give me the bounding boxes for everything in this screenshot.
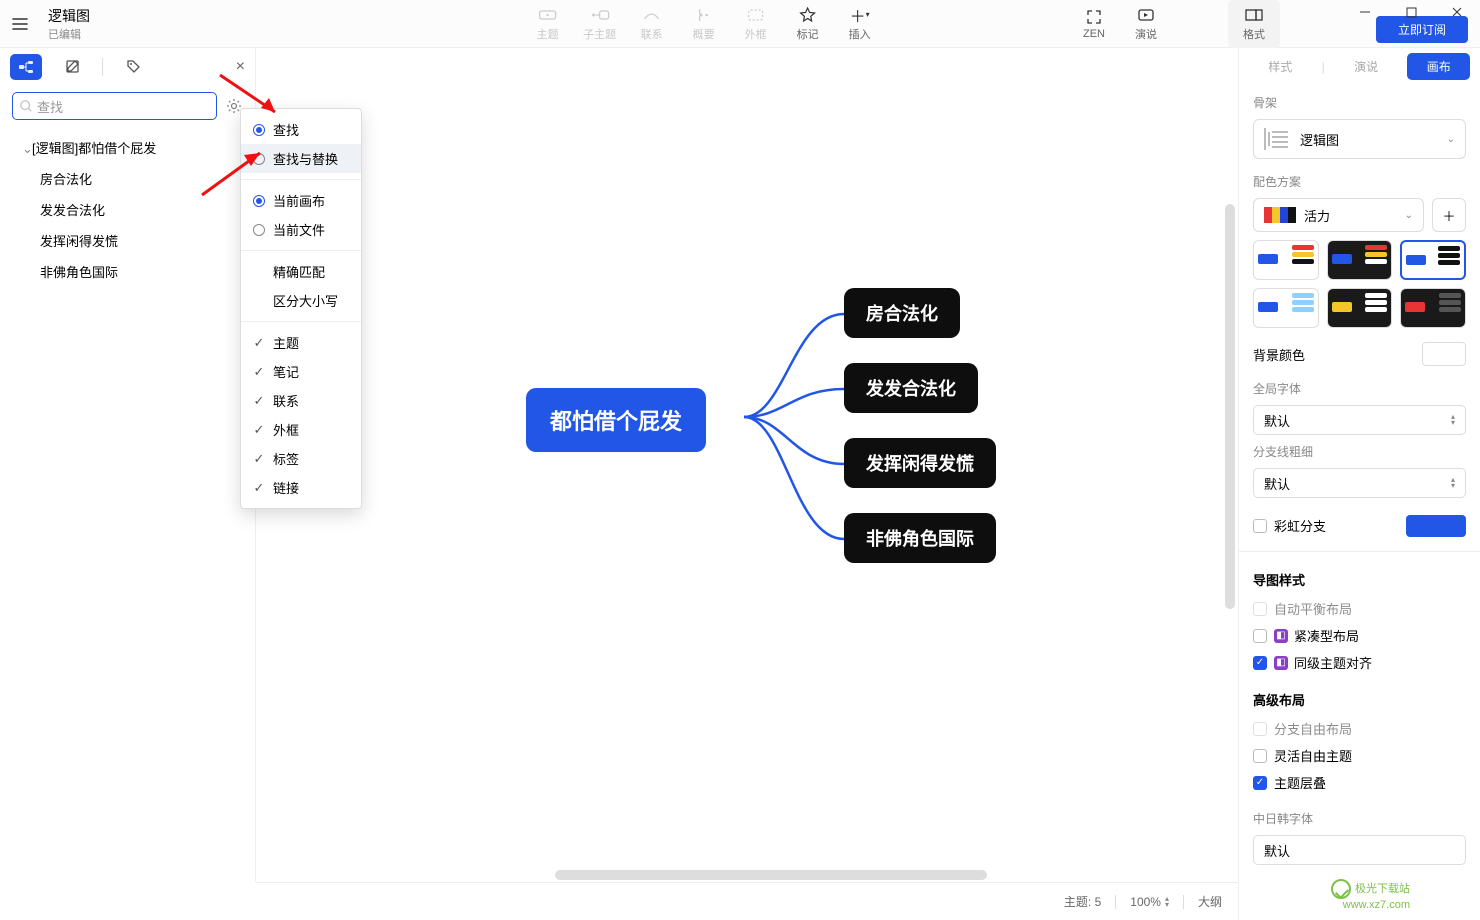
skeleton-icon: [1264, 128, 1288, 150]
outline-tab-structure[interactable]: [10, 54, 42, 80]
window-maximize[interactable]: [1388, 0, 1434, 28]
chevron-down-icon: ⌄: [1405, 210, 1413, 221]
skeleton-select[interactable]: 逻辑图 ⌄: [1253, 119, 1466, 159]
outline-item[interactable]: 非佛角色国际: [0, 256, 255, 287]
present-button[interactable]: 演说: [1120, 0, 1172, 48]
global-font-select[interactable]: 默认▴▾: [1253, 405, 1466, 435]
outline-tab-tags[interactable]: [117, 54, 149, 80]
label-global-font: 全局字体: [1253, 380, 1466, 397]
boundary-button[interactable]: 外框: [730, 0, 782, 48]
branch-width-select[interactable]: 默认▴▾: [1253, 468, 1466, 498]
vertical-scrollbar[interactable]: [1223, 58, 1237, 868]
outline-item[interactable]: 房合法化: [0, 163, 255, 194]
topic-button[interactable]: 主题: [522, 0, 574, 48]
theme-preset[interactable]: [1327, 288, 1393, 328]
option-current-file[interactable]: 当前文件: [241, 215, 361, 244]
marker-button[interactable]: 标记: [782, 0, 834, 48]
cjk-font-select[interactable]: 默认: [1253, 835, 1466, 865]
option-border[interactable]: ✓外框: [241, 415, 361, 444]
outline-toggle[interactable]: 大纲: [1198, 893, 1222, 910]
mindmap-canvas[interactable]: 都怕借个屁发 房合法化 发发合法化 发挥闲得发慌 非佛角色国际: [256, 48, 1238, 882]
search-placeholder: 查找: [37, 97, 63, 116]
label-cjk-font: 中日韩字体: [1253, 810, 1466, 827]
auto-balance-checkbox[interactable]: 自动平衡布局: [1253, 595, 1466, 622]
outline-tab-notes[interactable]: [56, 54, 88, 80]
document-title: 逻辑图: [48, 6, 90, 26]
option-theme[interactable]: ✓主题: [241, 328, 361, 357]
search-options-popup: 查找 查找与替换 当前画布 当前文件 精确匹配 区分大小写 ✓主题 ✓笔记 ✓联…: [240, 108, 362, 509]
option-label[interactable]: ✓标签: [241, 444, 361, 473]
search-input[interactable]: 查找: [12, 92, 217, 120]
watermark: 极光下载站 www.xz7.com: [1331, 879, 1410, 912]
option-case-sensitive[interactable]: 区分大小写: [241, 286, 361, 315]
theme-preset[interactable]: [1400, 288, 1466, 328]
option-find-replace[interactable]: 查找与替换: [241, 144, 361, 173]
overlap-checkbox[interactable]: ✓主题层叠: [1253, 769, 1466, 796]
option-link[interactable]: ✓链接: [241, 473, 361, 502]
theme-preset[interactable]: [1253, 288, 1319, 328]
palette-icon: [1264, 207, 1296, 223]
outline-item[interactable]: 发发合法化: [0, 194, 255, 225]
outline-tree: ⌄[逻辑图]都怕借个屁发 房合法化 发发合法化 发挥闲得发慌 非佛角色国际: [0, 126, 255, 293]
watermark-logo-icon: [1331, 879, 1351, 899]
document-status: 已编辑: [48, 26, 90, 42]
window-close[interactable]: [1434, 0, 1480, 28]
outline-item[interactable]: 发挥闲得发慌: [0, 225, 255, 256]
scheme-select[interactable]: 活力 ⌄: [1253, 198, 1424, 232]
insert-button[interactable]: ＋▾插入: [834, 0, 886, 48]
free-branch-checkbox[interactable]: 分支自由布局: [1253, 715, 1466, 742]
rainbow-checkbox[interactable]: 彩虹分支: [1253, 512, 1326, 539]
format-button[interactable]: 格式: [1228, 0, 1280, 48]
relation-button[interactable]: 联系: [626, 0, 678, 48]
tab-canvas[interactable]: 画布: [1407, 53, 1470, 80]
outline-panel: × 查找 ⌄[逻辑图]都怕借个屁发 房合法化 发发合法化 发挥闲得发慌 非佛角色…: [0, 48, 256, 882]
zoom-control[interactable]: 100%▴▾: [1130, 895, 1169, 909]
add-scheme-button[interactable]: ＋: [1432, 198, 1466, 232]
search-icon: [19, 99, 33, 113]
rainbow-color-button[interactable]: [1406, 515, 1466, 537]
subtopic-node[interactable]: 非佛角色国际: [844, 513, 996, 563]
label-scheme: 配色方案: [1253, 173, 1466, 190]
topic-count: 主题: 5: [1064, 893, 1101, 910]
menu-button[interactable]: [0, 0, 40, 48]
panel-close-icon[interactable]: ×: [236, 58, 245, 76]
theme-preset[interactable]: [1327, 240, 1393, 280]
option-exact-match[interactable]: 精确匹配: [241, 257, 361, 286]
tab-style[interactable]: 样式: [1249, 53, 1312, 80]
window-minimize[interactable]: [1342, 0, 1388, 28]
label-branch-width: 分支线粗细: [1253, 443, 1466, 460]
label-skeleton: 骨架: [1253, 94, 1466, 111]
theme-preset[interactable]: [1253, 240, 1319, 280]
chevron-down-icon: ⌄: [1447, 134, 1455, 145]
subtopic-node[interactable]: 发挥闲得发慌: [844, 438, 996, 488]
format-panel: 样式 | 演说 画布 骨架 逻辑图 ⌄ 配色方案 活力 ⌄: [1238, 48, 1480, 920]
option-relation[interactable]: ✓联系: [241, 386, 361, 415]
compact-checkbox[interactable]: ◧紧凑型布局: [1253, 622, 1466, 649]
tab-present[interactable]: 演说: [1335, 53, 1398, 80]
central-topic[interactable]: 都怕借个屁发: [526, 388, 706, 452]
label-bg-color: 背景颜色: [1253, 345, 1305, 364]
outline-root[interactable]: ⌄[逻辑图]都怕借个屁发: [0, 132, 255, 163]
subtopic-node[interactable]: 房合法化: [844, 288, 960, 338]
option-current-canvas[interactable]: 当前画布: [241, 186, 361, 215]
summary-button[interactable]: 概要: [678, 0, 730, 48]
label-advanced: 高级布局: [1253, 690, 1466, 709]
free-theme-checkbox[interactable]: 灵活自由主题: [1253, 742, 1466, 769]
label-map-style: 导图样式: [1253, 570, 1466, 589]
theme-preset[interactable]: [1400, 240, 1466, 280]
subtopic-node[interactable]: 发发合法化: [844, 363, 978, 413]
align-checkbox[interactable]: ✓◧同级主题对齐: [1253, 649, 1466, 676]
status-bar: 主题: 5 100%▴▾ 大纲: [256, 882, 1238, 920]
horizontal-scrollbar[interactable]: [266, 868, 1228, 882]
option-note[interactable]: ✓笔记: [241, 357, 361, 386]
option-find[interactable]: 查找: [241, 115, 361, 144]
bg-color-swatch[interactable]: [1422, 342, 1466, 366]
subtopic-button[interactable]: 子主题: [574, 0, 626, 48]
main-toolbar: 主题 子主题 联系 概要 外框 标记 ＋▾插入: [522, 0, 886, 48]
zen-button[interactable]: ZEN: [1068, 0, 1120, 48]
